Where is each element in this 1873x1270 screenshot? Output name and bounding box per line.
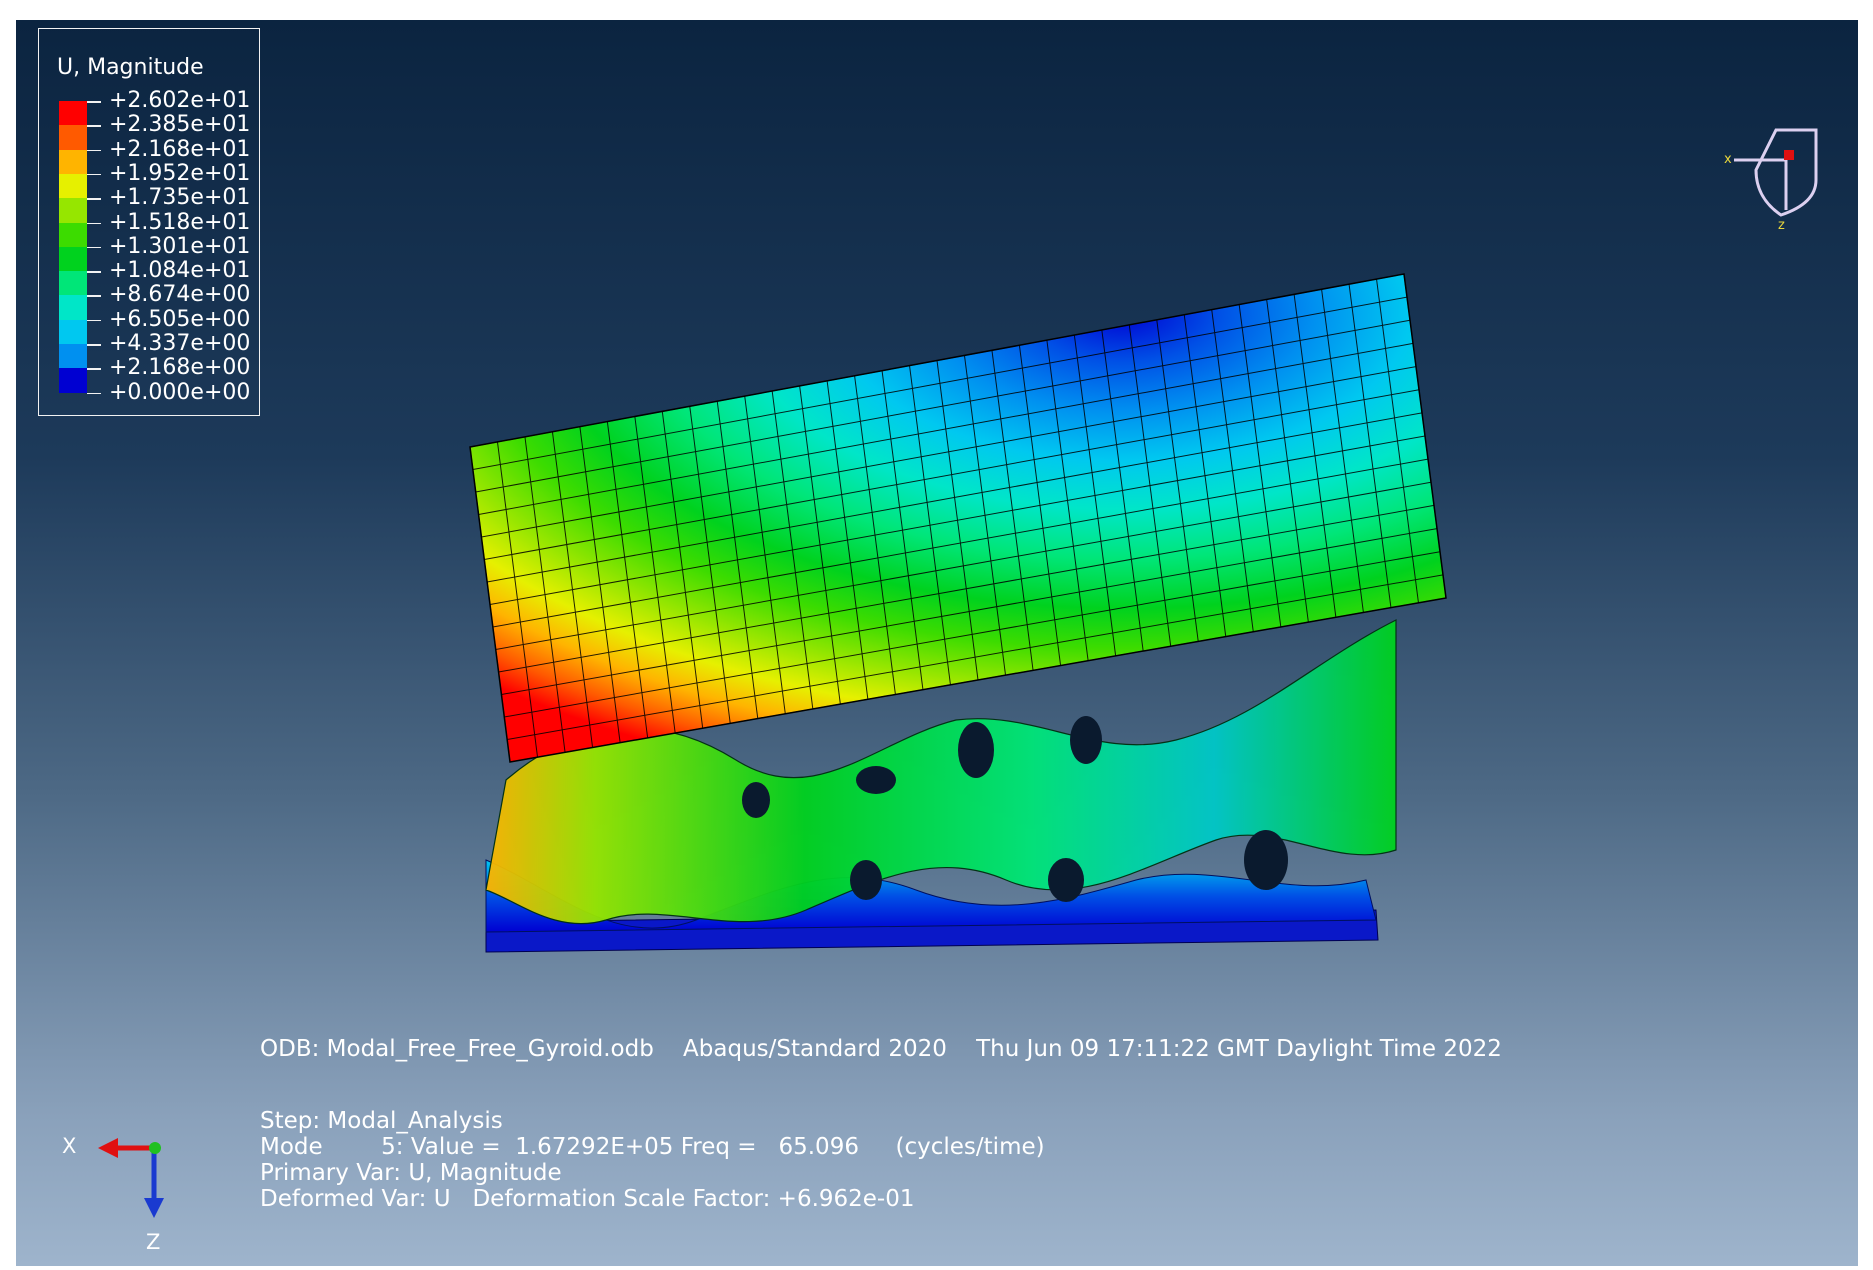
legend-tick	[87, 149, 101, 152]
legend-level-label: +6.505e+00	[109, 306, 251, 332]
step-info-line: Step: Modal_Analysis	[260, 1108, 503, 1134]
mini-triad-x-label: x	[1724, 152, 1732, 167]
mode-info-line: Mode 5: Value = 1.67292E+05 Freq = 65.09…	[260, 1134, 1045, 1160]
legend-level-label: +2.168e+00	[109, 355, 251, 381]
legend-swatch	[59, 149, 87, 174]
legend-level-label: +2.602e+01	[109, 88, 251, 113]
legend-tick	[87, 295, 101, 297]
legend-tick	[87, 246, 101, 249]
model-viewport[interactable]: U, Magnitude +2.602e+01 +2.385e+01 +2.168e…	[16, 20, 1858, 1266]
deformed-var-line: Deformed Var: U Deformation Scale Factor…	[260, 1186, 915, 1212]
legend-swatch	[59, 344, 87, 369]
mini-triad-z-label: z	[1778, 218, 1785, 233]
primary-var-line: Primary Var: U, Magnitude	[260, 1160, 562, 1186]
contour-legend: U, Magnitude +2.602e+01 +2.385e+01 +2.168e…	[38, 28, 260, 416]
legend-swatch	[59, 271, 87, 296]
legend-tick	[87, 319, 101, 322]
legend-tick	[87, 198, 101, 200]
legend-level-label: +1.735e+01	[109, 185, 251, 211]
legend-level-label: +1.301e+01	[109, 233, 251, 259]
legend-swatch	[59, 246, 87, 272]
legend-tick	[87, 222, 101, 224]
legend-tick	[87, 344, 101, 346]
legend-swatch	[59, 101, 87, 126]
legend-swatch	[59, 319, 87, 345]
legend-level-label: +1.084e+01	[109, 258, 251, 284]
odb-info-line: ODB: Modal_Free_Free_Gyroid.odb Abaqus/S…	[260, 1036, 1502, 1062]
triad-x-label: X	[62, 1134, 77, 1158]
legend-swatch	[59, 173, 87, 199]
legend-title: U, Magnitude	[57, 55, 204, 80]
legend-swatch	[59, 222, 87, 247]
deformed-model-contour-plot[interactable]	[16, 20, 1858, 1266]
legend-swatch	[59, 125, 87, 150]
legend-level-label: +1.518e+01	[109, 209, 251, 235]
legend-swatch	[59, 198, 87, 223]
legend-level-label: +0.000e+00	[109, 379, 251, 405]
global-axis-triad	[98, 1138, 164, 1218]
legend-level-label: +8.674e+00	[109, 282, 251, 308]
legend-tick	[87, 271, 101, 273]
legend-tick	[87, 125, 101, 127]
legend-level-label: +2.168e+01	[109, 136, 251, 162]
legend-swatch	[59, 295, 87, 320]
legend-tick	[87, 392, 101, 395]
view-orientation-mini-triad	[1734, 128, 1818, 217]
legend-tick	[87, 368, 101, 370]
legend-tick	[87, 173, 101, 176]
legend-tick	[87, 101, 101, 103]
legend-level-label: +1.952e+01	[109, 160, 251, 186]
legend-swatch	[59, 368, 87, 393]
triad-z-label: Z	[146, 1230, 161, 1254]
legend-level-label: +2.385e+01	[109, 112, 251, 138]
legend-level-label: +4.337e+00	[109, 331, 251, 356]
